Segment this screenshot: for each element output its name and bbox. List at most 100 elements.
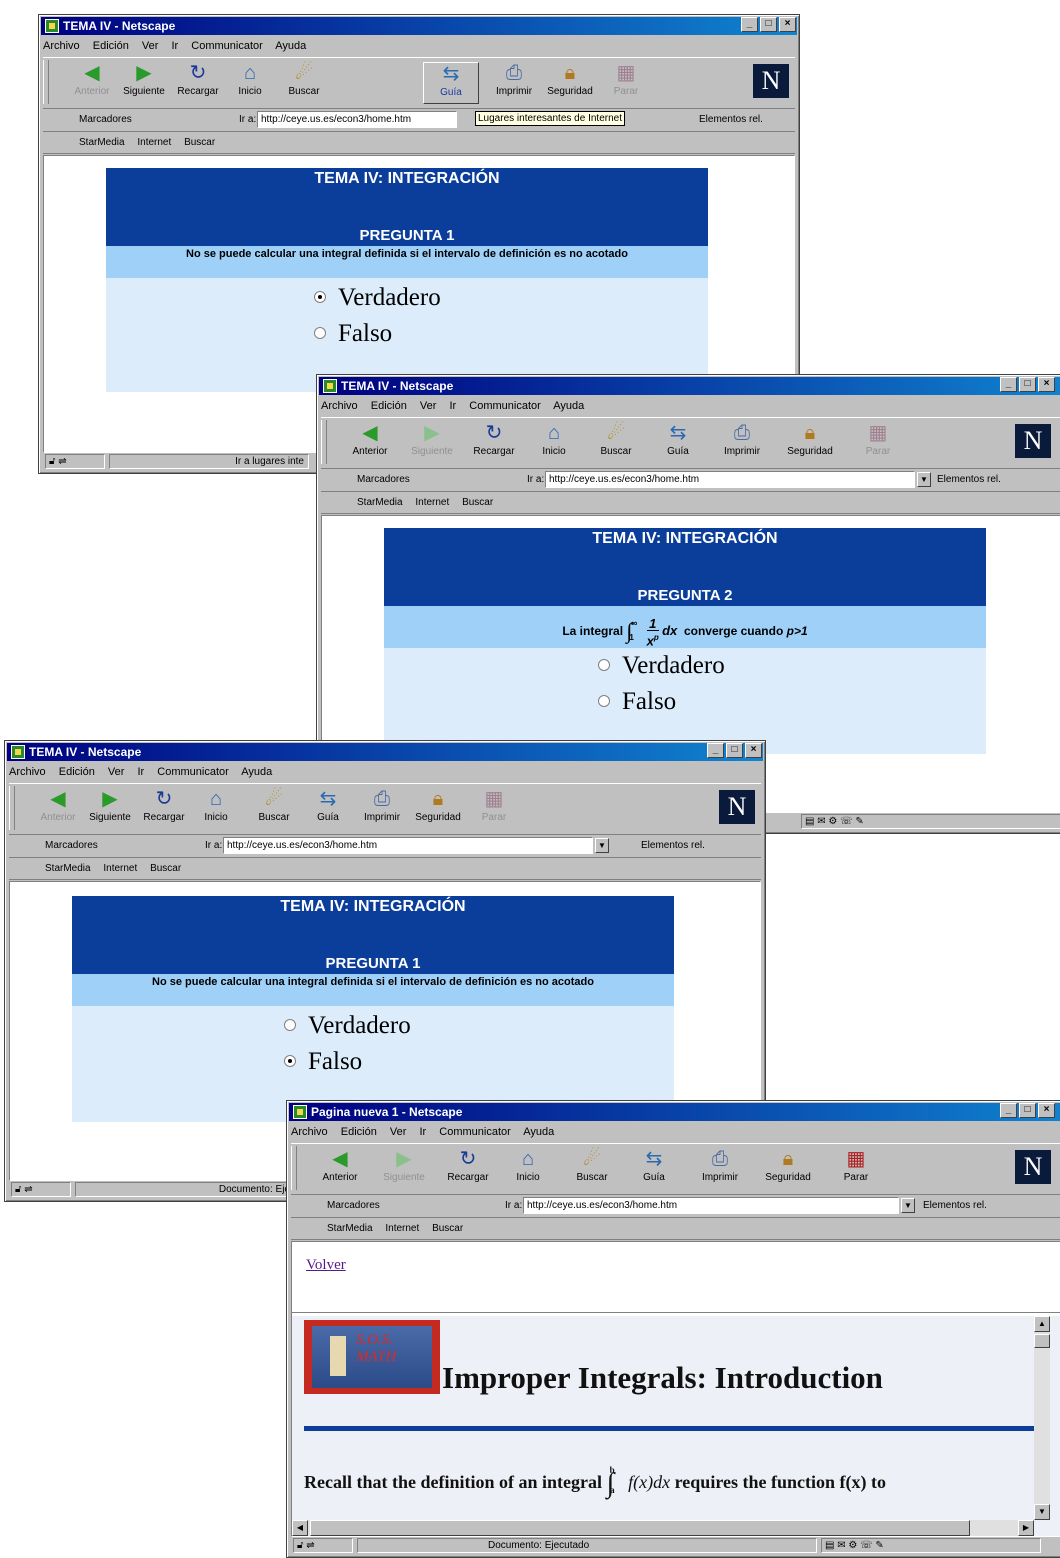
internet-bookmark[interactable]: Internet bbox=[385, 1223, 419, 1234]
url-input[interactable]: http://ceye.us.es/econ3/home.htm bbox=[223, 837, 593, 854]
security-button[interactable]: 🔒︎ Seguridad bbox=[543, 62, 597, 104]
stop-button[interactable]: ▦ Parar bbox=[599, 62, 653, 104]
option-verdadero[interactable]: Verdadero bbox=[284, 1008, 674, 1044]
back-button[interactable]: ◀ Anterior bbox=[343, 422, 397, 464]
menu-communicator[interactable]: Communicator bbox=[191, 40, 263, 52]
option-falso[interactable]: Falso bbox=[598, 684, 986, 720]
menu-ir[interactable]: Ir bbox=[171, 40, 178, 52]
vertical-scrollbar[interactable]: ▲ ▼ bbox=[1034, 1316, 1050, 1520]
close-button[interactable]: × bbox=[779, 17, 796, 32]
minimize-button[interactable]: _ bbox=[1000, 1103, 1017, 1118]
stop-button[interactable]: ▦ Parar bbox=[467, 788, 521, 830]
starmedia-bookmark[interactable]: StarMedia bbox=[79, 137, 125, 148]
maximize-button[interactable]: □ bbox=[1019, 377, 1036, 392]
home-button[interactable]: ⌂ Inicio bbox=[501, 1148, 555, 1190]
option-falso[interactable]: Falso bbox=[284, 1044, 674, 1080]
security-button[interactable]: 🔒︎ Seguridad bbox=[783, 422, 837, 464]
menu-archivo[interactable]: Archivo bbox=[43, 40, 80, 52]
toolbar-grip[interactable] bbox=[9, 786, 15, 830]
print-button[interactable]: ⎙ Imprimir bbox=[693, 1148, 747, 1190]
url-dropdown-button[interactable]: ▼ bbox=[595, 838, 609, 853]
reload-button[interactable]: ↻ Recargar bbox=[467, 422, 521, 464]
menu-archivo[interactable]: Archivo bbox=[321, 400, 358, 412]
reload-button[interactable]: ↻ Recargar bbox=[171, 62, 225, 104]
radio-verdadero[interactable] bbox=[284, 1019, 296, 1031]
radio-verdadero[interactable] bbox=[314, 291, 326, 303]
minimize-button[interactable]: _ bbox=[707, 743, 724, 758]
menu-communicator[interactable]: Communicator bbox=[439, 1126, 511, 1138]
menu-edicion[interactable]: Edición bbox=[59, 766, 95, 778]
horizontal-scrollbar[interactable]: ◀ ▶ bbox=[292, 1520, 1034, 1536]
menu-ayuda[interactable]: Ayuda bbox=[553, 400, 584, 412]
back-button[interactable]: ◀ Anterior bbox=[313, 1148, 367, 1190]
starmedia-bookmark[interactable]: StarMedia bbox=[327, 1223, 373, 1234]
toolbar-grip[interactable] bbox=[291, 1146, 297, 1190]
scroll-left-button[interactable]: ◀ bbox=[292, 1520, 308, 1536]
menu-edicion[interactable]: Edición bbox=[371, 400, 407, 412]
search-bookmark[interactable]: Buscar bbox=[432, 1223, 463, 1234]
radio-falso[interactable] bbox=[284, 1055, 296, 1067]
search-button[interactable]: ☄ Buscar bbox=[565, 1148, 619, 1190]
vertical-scroll-thumb[interactable] bbox=[1034, 1334, 1050, 1348]
stop-button[interactable]: ▦ Parar bbox=[829, 1148, 883, 1190]
minimize-button[interactable]: _ bbox=[741, 17, 758, 32]
reload-button[interactable]: ↻ Recargar bbox=[441, 1148, 495, 1190]
internet-bookmark[interactable]: Internet bbox=[415, 497, 449, 508]
security-button[interactable]: 🔒︎ Seguridad bbox=[761, 1148, 815, 1190]
forward-button[interactable]: ▶ Siguiente bbox=[377, 1148, 431, 1190]
search-button[interactable]: ☄ Buscar bbox=[589, 422, 643, 464]
related-links-button[interactable]: Elementos rel. bbox=[641, 840, 705, 851]
scroll-up-button[interactable]: ▲ bbox=[1034, 1316, 1050, 1332]
menu-ir[interactable]: Ir bbox=[419, 1126, 426, 1138]
menu-ver[interactable]: Ver bbox=[390, 1126, 407, 1138]
menu-communicator[interactable]: Communicator bbox=[157, 766, 229, 778]
internet-bookmark[interactable]: Internet bbox=[103, 863, 137, 874]
internet-bookmark[interactable]: Internet bbox=[137, 137, 171, 148]
volver-link[interactable]: Volver bbox=[306, 1257, 346, 1273]
search-bookmark[interactable]: Buscar bbox=[150, 863, 181, 874]
stop-button[interactable]: ▦ Parar bbox=[851, 422, 905, 464]
maximize-button[interactable]: □ bbox=[1019, 1103, 1036, 1118]
starmedia-bookmark[interactable]: StarMedia bbox=[45, 863, 91, 874]
search-button[interactable]: ☄ Buscar bbox=[277, 62, 331, 104]
menu-communicator[interactable]: Communicator bbox=[469, 400, 541, 412]
radio-falso[interactable] bbox=[314, 327, 326, 339]
search-bookmark[interactable]: Buscar bbox=[462, 497, 493, 508]
forward-button[interactable]: ▶ Siguiente bbox=[117, 62, 171, 104]
back-button[interactable]: ◀ Anterior bbox=[65, 62, 119, 104]
menu-ayuda[interactable]: Ayuda bbox=[523, 1126, 554, 1138]
option-verdadero[interactable]: Verdadero bbox=[314, 280, 708, 316]
starmedia-bookmark[interactable]: StarMedia bbox=[357, 497, 403, 508]
search-button[interactable]: ☄ Buscar bbox=[247, 788, 301, 830]
search-bookmark[interactable]: Buscar bbox=[184, 137, 215, 148]
guide-button[interactable]: ⇆ Guía bbox=[423, 62, 479, 104]
forward-button[interactable]: ▶ Siguiente bbox=[405, 422, 459, 464]
bookmarks-button[interactable]: Marcadores bbox=[327, 1200, 380, 1211]
radio-falso[interactable] bbox=[598, 695, 610, 707]
bookmarks-button[interactable]: Marcadores bbox=[357, 474, 410, 485]
bookmarks-button[interactable]: Marcadores bbox=[79, 114, 132, 125]
toolbar-grip[interactable] bbox=[43, 60, 49, 104]
home-button[interactable]: ⌂ Inicio bbox=[189, 788, 243, 830]
minimize-button[interactable]: _ bbox=[1000, 377, 1017, 392]
menu-ver[interactable]: Ver bbox=[142, 40, 159, 52]
url-dropdown-button[interactable]: ▼ bbox=[917, 472, 931, 487]
menu-archivo[interactable]: Archivo bbox=[9, 766, 46, 778]
security-button[interactable]: 🔒︎ Seguridad bbox=[411, 788, 465, 830]
print-button[interactable]: ⎙ Imprimir bbox=[715, 422, 769, 464]
menu-ir[interactable]: Ir bbox=[449, 400, 456, 412]
related-links-button[interactable]: Elementos rel. bbox=[923, 1200, 987, 1211]
url-dropdown-button[interactable]: ▼ bbox=[901, 1198, 915, 1213]
print-button[interactable]: ⎙ Imprimir bbox=[355, 788, 409, 830]
home-button[interactable]: ⌂ Inicio bbox=[527, 422, 581, 464]
maximize-button[interactable]: □ bbox=[726, 743, 743, 758]
menu-edicion[interactable]: Edición bbox=[341, 1126, 377, 1138]
home-button[interactable]: ⌂ Inicio bbox=[223, 62, 277, 104]
horizontal-scroll-thumb[interactable] bbox=[310, 1520, 970, 1536]
url-input[interactable]: http://ceye.us.es/econ3/home.htm bbox=[545, 471, 915, 488]
option-falso[interactable]: Falso bbox=[314, 316, 708, 352]
menu-ver[interactable]: Ver bbox=[420, 400, 437, 412]
radio-verdadero[interactable] bbox=[598, 659, 610, 671]
reload-button[interactable]: ↻ Recargar bbox=[137, 788, 191, 830]
url-input[interactable]: http://ceye.us.es/econ3/home.htm bbox=[257, 111, 457, 128]
